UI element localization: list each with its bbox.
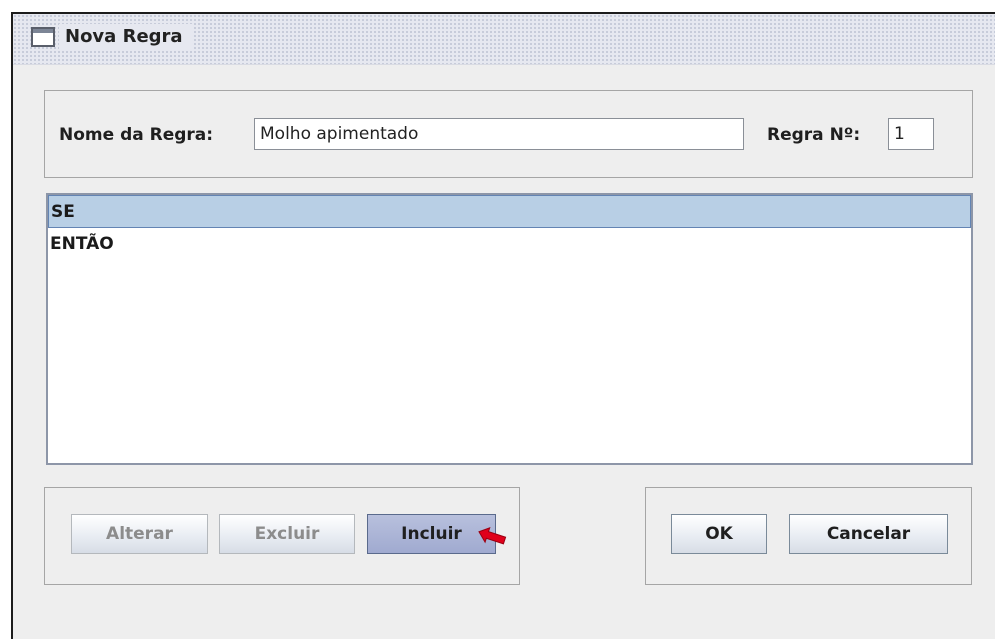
rule-header-group: Nome da Regra: Molho apimentado Regra Nº… [44,90,973,178]
cancelar-button[interactable]: Cancelar [789,514,948,554]
rule-number-field[interactable]: 1 [888,118,934,150]
rule-number-label: Regra Nº: [767,125,861,145]
window-title: Nova Regra [59,24,193,50]
alterar-button[interactable]: Alterar [71,514,208,554]
ok-button[interactable]: OK [671,514,767,554]
rule-name-field[interactable]: Molho apimentado [254,118,744,150]
list-item-se[interactable]: SE [48,195,971,228]
title-bar[interactable]: Nova Regra [13,14,995,65]
rule-name-label: Nome da Regra: [59,125,214,145]
window-icon [31,27,55,47]
red-arrow-icon [478,527,507,545]
list-item-entao[interactable]: ENTÃO [48,228,971,261]
nova-regra-dialog: Nova Regra Nome da Regra: Molho apimenta… [11,12,995,639]
rule-list[interactable]: SE ENTÃO [46,193,973,465]
excluir-button[interactable]: Excluir [219,514,355,554]
